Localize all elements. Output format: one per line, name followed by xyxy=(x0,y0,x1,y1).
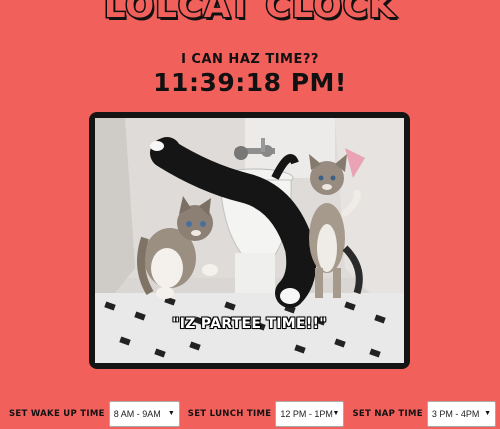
nap-time-label: SET NAP TIME xyxy=(352,409,423,419)
page: LOLCAT CLOCK I CAN HAZ TIME?? 11:39:18 P… xyxy=(0,0,500,429)
lolcat-image: "IZ PARTEE TIME!!" xyxy=(95,118,404,363)
wake-time-select[interactable]: 8 AM - 9AM ▼ xyxy=(108,401,180,427)
image-caption: "IZ PARTEE TIME!!" xyxy=(172,316,327,332)
wake-time-label: SET WAKE UP TIME xyxy=(9,409,105,419)
chevron-down-icon: ▼ xyxy=(167,410,175,417)
lunch-time-select[interactable]: 12 PM - 1PM ▼ xyxy=(275,401,345,427)
time-settings-bar: SET WAKE UP TIME 8 AM - 9AM ▼ SET LUNCH … xyxy=(0,399,500,429)
lunch-time-value: 12 PM - 1PM xyxy=(280,409,333,419)
app-title: LOLCAT CLOCK xyxy=(102,0,397,28)
chevron-down-icon: ▼ xyxy=(484,410,491,417)
subtitle: I CAN HAZ TIME?? xyxy=(181,52,319,67)
time-display: 11:39:18 PM! xyxy=(153,68,347,97)
lunch-time-label: SET LUNCH TIME xyxy=(187,409,272,419)
nap-time-value: 3 PM - 4PM xyxy=(431,409,480,419)
chevron-down-icon: ▼ xyxy=(332,410,340,417)
nap-time-select[interactable]: 3 PM - 4PM ▼ xyxy=(426,401,496,427)
wake-time-value: 8 AM - 9AM xyxy=(113,409,161,419)
photo-frame: "IZ PARTEE TIME!!" xyxy=(89,112,410,369)
